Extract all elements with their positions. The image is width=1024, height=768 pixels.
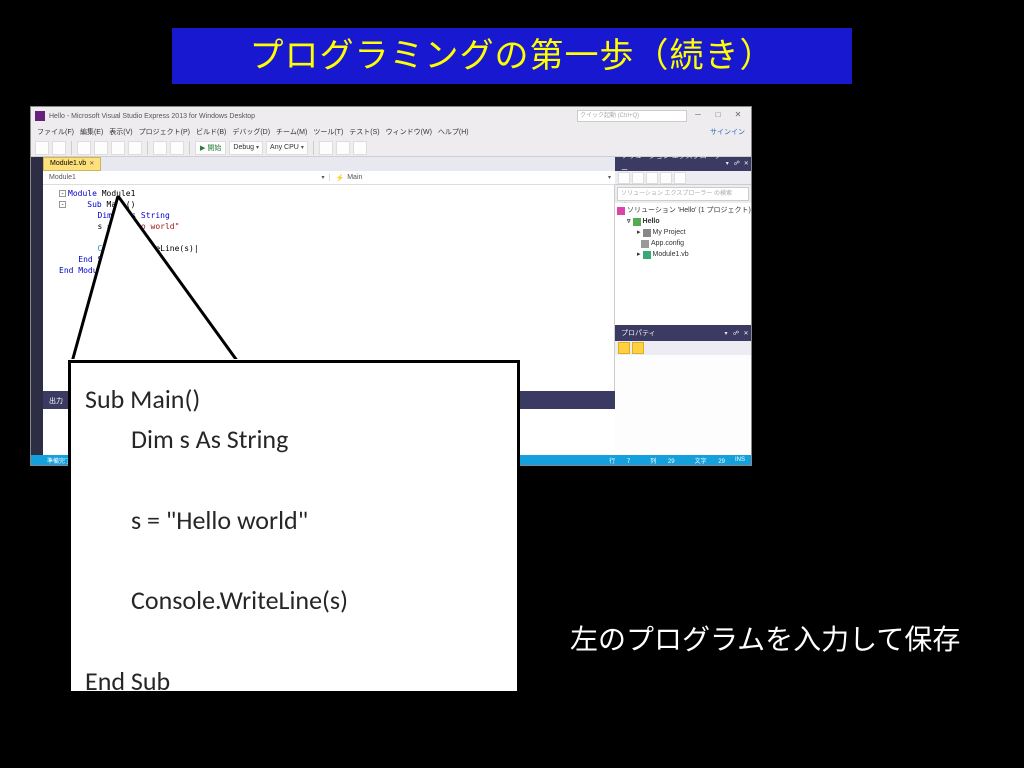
vs-logo-icon <box>35 111 45 121</box>
status-line: 行 7 <box>599 456 630 465</box>
prop-dropdown-icon[interactable]: ▾ <box>721 327 731 341</box>
solution-tree[interactable]: ソリューション 'Hello' (1 プロジェクト) ▿ Hello ▸ My … <box>615 203 751 325</box>
vs-menubar: ファイル(F) 編集(E) 表示(V) プロジェクト(P) ビルド(B) デバッ… <box>31 125 751 139</box>
prop-pin-icon[interactable]: ☍ <box>731 327 741 341</box>
callout-line-5: End Sub <box>85 661 503 701</box>
nav-scope-combo[interactable]: Module1 <box>43 174 330 181</box>
right-panels: ソリューション エクスプローラー ▾ ☍ ✕ ソリューション エクスプローラー … <box>615 157 751 455</box>
tool-misc2-icon[interactable] <box>336 141 350 155</box>
solution-explorer-title: ソリューション エクスプローラー ▾ ☍ ✕ <box>615 157 751 171</box>
panel-dropdown-icon[interactable]: ▾ <box>722 157 732 171</box>
callout-line-3: s = "Hello world" <box>85 500 503 540</box>
tab-module1[interactable]: Module1.vb <box>43 157 101 171</box>
solution-toolbar <box>615 171 751 185</box>
tool-save-icon[interactable] <box>111 141 125 155</box>
status-ins: INS <box>735 457 745 463</box>
properties-toolbar <box>615 341 751 355</box>
tool-misc3-icon[interactable] <box>353 141 367 155</box>
maximize-button[interactable]: □ <box>709 110 727 122</box>
solution-appconfig[interactable]: App.config <box>617 238 751 249</box>
editor-nav: Module1 Main <box>43 171 615 185</box>
instruction-text: 左のプログラムを入力して保存 <box>570 618 960 658</box>
vs-window-title: Hello - Microsoft Visual Studio Express … <box>49 113 255 120</box>
callout-box: Sub Main() Dim s As String s = "Hello wo… <box>68 360 520 694</box>
panel-close-icon[interactable]: ✕ <box>741 157 751 171</box>
tool-undo-icon[interactable] <box>153 141 167 155</box>
callout-line-1: Sub Main() <box>85 379 503 419</box>
prop-cat-icon[interactable] <box>618 342 630 354</box>
sol-properties-icon[interactable] <box>674 172 686 184</box>
status-col: 列 29 <box>640 456 674 465</box>
sol-collapse-icon[interactable] <box>646 172 658 184</box>
tool-back-icon[interactable] <box>35 141 49 155</box>
menu-window[interactable]: ウィンドウ(W) <box>386 127 432 137</box>
close-button[interactable]: ✕ <box>729 110 747 122</box>
callout-line-4: Console.WriteLine(s) <box>85 580 503 620</box>
menu-team[interactable]: チーム(M) <box>276 127 307 137</box>
solution-myproject[interactable]: ▸ My Project <box>617 227 751 238</box>
menu-file[interactable]: ファイル(F) <box>37 127 74 137</box>
prop-az-icon[interactable] <box>632 342 644 354</box>
menu-project[interactable]: プロジェクト(P) <box>139 127 190 137</box>
sol-refresh-icon[interactable] <box>632 172 644 184</box>
callout-line-2: Dim s As String <box>85 419 503 459</box>
minimize-button[interactable]: ─ <box>689 110 707 122</box>
solution-root[interactable]: ソリューション 'Hello' (1 プロジェクト) <box>617 205 751 216</box>
menu-help[interactable]: ヘルプ(H) <box>438 127 469 137</box>
tool-misc-icon[interactable] <box>319 141 333 155</box>
signin-link[interactable]: サインイン <box>710 127 745 137</box>
menu-debug[interactable]: デバッグ(D) <box>232 127 270 137</box>
config-combo[interactable]: Debug <box>229 141 263 155</box>
slide-title: プログラミングの第一歩（続き） <box>172 28 852 84</box>
menu-tools[interactable]: ツール(T) <box>313 127 343 137</box>
menu-edit[interactable]: 編集(E) <box>80 127 103 137</box>
properties-body <box>615 355 751 455</box>
menu-view[interactable]: 表示(V) <box>109 127 132 137</box>
solution-project[interactable]: ▿ Hello <box>617 216 751 227</box>
left-tool-strip[interactable] <box>31 157 43 455</box>
properties-title: プロパティ ▾ ☍ ✕ <box>615 327 751 341</box>
tool-open-icon[interactable] <box>94 141 108 155</box>
tool-saveall-icon[interactable] <box>128 141 142 155</box>
prop-close-icon[interactable]: ✕ <box>741 327 751 341</box>
nav-member-combo[interactable]: Main <box>330 174 616 182</box>
tool-forward-icon[interactable] <box>52 141 66 155</box>
platform-combo[interactable]: Any CPU <box>266 141 308 155</box>
tool-new-icon[interactable] <box>77 141 91 155</box>
vs-titlebar: Hello - Microsoft Visual Studio Express … <box>31 107 751 125</box>
quick-launch-input[interactable]: クイック起動 (Ctrl+Q) <box>577 110 687 122</box>
properties-panel: プロパティ ▾ ☍ ✕ <box>615 325 751 455</box>
sol-home-icon[interactable] <box>618 172 630 184</box>
menu-test[interactable]: テスト(S) <box>349 127 379 137</box>
menu-build[interactable]: ビルド(B) <box>196 127 226 137</box>
solution-module1[interactable]: ▸ Module1.vb <box>617 249 751 260</box>
status-char: 文字 29 <box>685 456 725 465</box>
start-debug-button[interactable]: 開始 <box>195 141 226 155</box>
tool-redo-icon[interactable] <box>170 141 184 155</box>
panel-pin-icon[interactable]: ☍ <box>732 157 742 171</box>
editor-tabrow: Module1.vb <box>43 157 615 171</box>
solution-search-input[interactable]: ソリューション エクスプローラー の検索 (Ctrl+;) <box>617 187 749 201</box>
sol-showall-icon[interactable] <box>660 172 672 184</box>
